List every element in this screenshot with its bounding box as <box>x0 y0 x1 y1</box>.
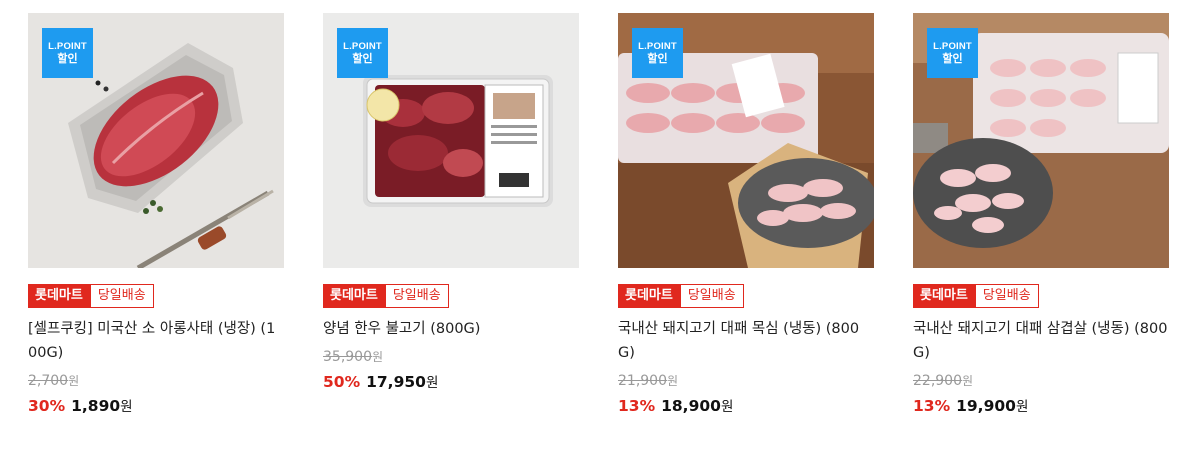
lpoint-discount-badge: L.POINT 할인 <box>927 28 978 78</box>
original-price: 22,900원 <box>913 371 1169 391</box>
lpoint-badge-line1: L.POINT <box>638 41 677 52</box>
same-day-shipping-badge: 당일배송 <box>679 284 744 308</box>
currency-unit: 원 <box>68 374 80 388</box>
lpoint-badge-line2: 할인 <box>647 53 668 65</box>
product-title[interactable]: 국내산 돼지고기 대패 삼겹살 (냉동) (800G) <box>913 317 1169 365</box>
original-price: 2,700원 <box>28 371 284 391</box>
discount-rate: 13% <box>913 397 951 415</box>
sale-price-value: 1,890 <box>71 397 121 415</box>
badge-row: 롯데마트 당일배송 <box>913 284 1169 308</box>
lpoint-discount-badge: L.POINT 할인 <box>337 28 388 78</box>
product-card[interactable]: L.POINT 할인 롯데마트 당일배송 국내산 돼지고기 대패 목심 (냉동)… <box>618 13 874 418</box>
mart-badge: 롯데마트 <box>618 284 680 308</box>
product-image[interactable]: L.POINT 할인 <box>618 13 874 268</box>
lpoint-badge-line2: 할인 <box>942 53 963 65</box>
sale-price: 13% 18,900원 <box>618 395 874 418</box>
original-price-value: 2,700 <box>28 373 69 389</box>
lpoint-discount-badge: L.POINT 할인 <box>632 28 683 78</box>
original-price-value: 22,900 <box>913 373 962 389</box>
lpoint-badge-line2: 할인 <box>57 53 78 65</box>
currency-unit: 원 <box>720 399 734 415</box>
product-title[interactable]: 국내산 돼지고기 대패 목심 (냉동) (800G) <box>618 317 874 365</box>
product-image[interactable]: L.POINT 할인 <box>913 13 1169 268</box>
currency-unit: 원 <box>1015 399 1029 415</box>
product-card[interactable]: L.POINT 할인 롯데마트 당일배송 국내산 돼지고기 대패 삼겹살 (냉동… <box>913 13 1169 418</box>
original-price: 21,900원 <box>618 371 874 391</box>
sale-price: 50% 17,950원 <box>323 371 579 394</box>
sale-price: 30% 1,890원 <box>28 395 284 418</box>
product-title[interactable]: [셀프쿠킹] 미국산 소 아롱사태 (냉장) (100G) <box>28 317 284 365</box>
product-grid: L.POINT 할인 롯데마트 당일배송 [셀프쿠킹] 미국산 소 아롱사태 (… <box>0 0 1178 449</box>
sale-price: 13% 19,900원 <box>913 395 1169 418</box>
currency-unit: 원 <box>425 375 439 391</box>
discount-rate: 13% <box>618 397 656 415</box>
sale-price-value: 17,950 <box>366 373 426 391</box>
discount-rate: 30% <box>28 397 66 415</box>
same-day-shipping-badge: 당일배송 <box>384 284 449 308</box>
lpoint-badge-line1: L.POINT <box>933 41 972 52</box>
same-day-shipping-badge: 당일배송 <box>89 284 154 308</box>
product-image[interactable]: L.POINT 할인 <box>323 13 579 268</box>
lpoint-badge-line2: 할인 <box>352 53 373 65</box>
sale-price-value: 18,900 <box>661 397 721 415</box>
product-card[interactable]: L.POINT 할인 롯데마트 당일배송 [셀프쿠킹] 미국산 소 아롱사태 (… <box>28 13 284 418</box>
mart-badge: 롯데마트 <box>28 284 90 308</box>
currency-unit: 원 <box>962 374 974 388</box>
currency-unit: 원 <box>120 399 133 415</box>
badge-row: 롯데마트 당일배송 <box>323 284 579 308</box>
sale-price-value: 19,900 <box>956 397 1016 415</box>
lpoint-discount-badge: L.POINT 할인 <box>42 28 93 78</box>
lpoint-badge-line1: L.POINT <box>343 41 382 52</box>
mart-badge: 롯데마트 <box>323 284 385 308</box>
original-price-value: 21,900 <box>618 373 667 389</box>
badge-row: 롯데마트 당일배송 <box>28 284 284 308</box>
currency-unit: 원 <box>372 350 384 364</box>
currency-unit: 원 <box>667 374 679 388</box>
product-image[interactable]: L.POINT 할인 <box>28 13 284 268</box>
lpoint-badge-line1: L.POINT <box>48 41 87 52</box>
badge-row: 롯데마트 당일배송 <box>618 284 874 308</box>
original-price-value: 35,900 <box>323 349 372 365</box>
same-day-shipping-badge: 당일배송 <box>974 284 1039 308</box>
mart-badge: 롯데마트 <box>913 284 975 308</box>
discount-rate: 50% <box>323 373 361 391</box>
product-title[interactable]: 양념 한우 불고기 (800G) <box>323 317 579 341</box>
product-card[interactable]: L.POINT 할인 롯데마트 당일배송 양념 한우 불고기 (800G) 35… <box>323 13 579 394</box>
original-price: 35,900원 <box>323 347 579 367</box>
